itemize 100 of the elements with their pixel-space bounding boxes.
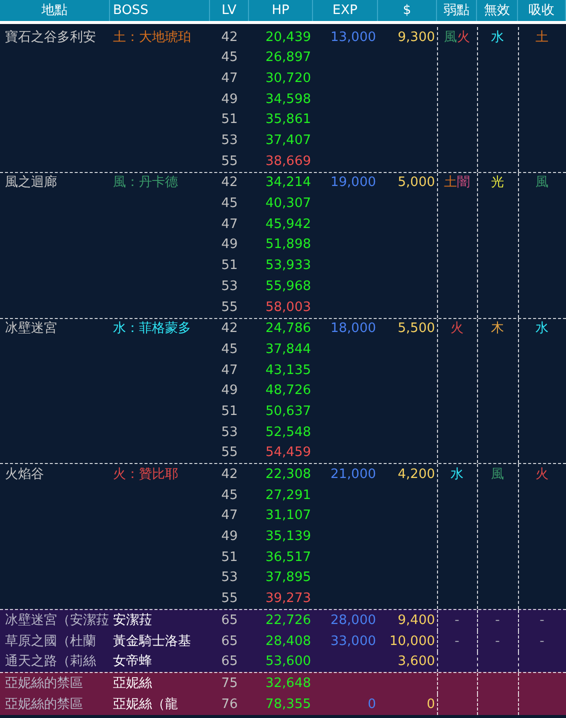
level-text: 49 <box>221 236 238 254</box>
column-header: BOSS <box>113 2 148 20</box>
element-text: 風火 <box>444 28 470 47</box>
level-text: 53 <box>221 424 238 442</box>
level-text: 42 <box>221 28 238 47</box>
money-value: 9,300 <box>398 28 435 47</box>
hp-value: 78,355 <box>266 696 311 714</box>
level-text: 65 <box>221 632 238 651</box>
element-text: 水 <box>536 320 548 338</box>
hp-value: 34,214 <box>266 174 311 192</box>
boss-name: 亞妮絲 <box>113 674 152 693</box>
hp-value: 53,600 <box>266 653 311 672</box>
hp-value: 30,720 <box>266 70 311 88</box>
level-text: 55 <box>221 152 238 171</box>
boss-name: 水：菲格蒙多 <box>113 320 191 338</box>
level-text: 53 <box>221 132 238 150</box>
level-text: 47 <box>221 362 238 380</box>
hp-value: 32,648 <box>266 674 311 693</box>
hp-value: 51,898 <box>266 236 311 254</box>
hp-value: 22,726 <box>266 612 311 630</box>
element-text: 水 <box>450 466 464 484</box>
hp-value: 37,844 <box>266 340 311 359</box>
level-text: 45 <box>221 340 238 359</box>
level-text: 42 <box>221 174 238 192</box>
exp-value: 18,000 <box>330 320 376 338</box>
hp-value: 20,439 <box>266 28 311 47</box>
column-header: 地點 <box>42 2 68 20</box>
boss-name: 女帝蜂 <box>113 653 152 672</box>
money-value: 5,000 <box>398 174 435 192</box>
exp-value: 0 <box>368 696 376 714</box>
column-header: LV <box>222 2 236 20</box>
hp-value: 52,548 <box>266 424 311 442</box>
level-text: 65 <box>221 612 238 630</box>
location-text: 寶石之谷多利安 <box>5 28 96 47</box>
exp-value: 33,000 <box>330 632 376 651</box>
level-text: 75 <box>221 674 238 693</box>
level-text: 45 <box>221 486 238 505</box>
hp-value: 55,968 <box>266 278 311 296</box>
exp-value: 21,000 <box>330 466 376 484</box>
level-text: 42 <box>221 466 238 484</box>
hp-value: 40,307 <box>266 195 311 214</box>
level-text: 51 <box>221 548 238 567</box>
location-text: 冰壁迷宮（安潔菈 <box>5 612 109 630</box>
boss-name: 火：贊比耶 <box>113 466 178 484</box>
column-header: EXP <box>332 2 358 20</box>
element-text: 火 <box>450 320 464 338</box>
hp-value: 37,895 <box>266 569 311 588</box>
boss-name: 亞妮絲（龍 <box>113 696 178 714</box>
level-text: 42 <box>221 320 238 338</box>
hp-value: 48,726 <box>266 382 311 400</box>
level-text: 49 <box>221 90 238 109</box>
column-header: 弱點 <box>444 2 470 20</box>
money-value: 4,200 <box>398 466 435 484</box>
boss-name: 安潔菈 <box>113 612 152 630</box>
hp-value: 22,308 <box>266 466 311 484</box>
location-text: 風之迴廊 <box>5 174 57 192</box>
element-text: - <box>454 612 460 630</box>
element-text: 土 <box>536 28 548 47</box>
level-text: 49 <box>221 382 238 400</box>
element-text: 光 <box>491 174 504 192</box>
hp-value: 50,637 <box>266 402 311 421</box>
element-text: - <box>495 632 500 651</box>
hp-value: 31,107 <box>266 507 311 526</box>
level-text: 53 <box>221 278 238 296</box>
level-text: 47 <box>221 216 238 234</box>
location-text: 通天之路（莉絲 <box>5 653 96 672</box>
hp-value: 53,933 <box>266 257 311 276</box>
element-text: 火 <box>536 466 548 484</box>
element-text: 風 <box>536 174 548 192</box>
column-header: HP <box>272 2 290 20</box>
level-text: 76 <box>221 696 238 714</box>
level-text: 55 <box>221 298 238 317</box>
money-value: 0 <box>426 696 435 714</box>
boss-name: 黃金騎士洛基 <box>113 632 191 651</box>
location-text: 亞妮絲的禁區 <box>5 696 83 714</box>
column-header: 無效 <box>484 2 510 20</box>
level-text: 55 <box>221 590 238 608</box>
level-text: 51 <box>221 402 238 421</box>
money-value: 3,600 <box>398 653 435 672</box>
exp-value: 13,000 <box>330 28 376 47</box>
level-text: 51 <box>221 111 238 130</box>
money-value: 9,400 <box>398 612 435 630</box>
hp-value: 34,598 <box>266 90 311 109</box>
hp-value: 28,408 <box>266 632 311 651</box>
column-header: $ <box>402 2 412 20</box>
money-value: 5,500 <box>398 320 435 338</box>
element-text: 木 <box>491 320 504 338</box>
level-text: 47 <box>221 70 238 88</box>
element-text: - <box>540 612 544 630</box>
location-text: 亞妮絲的禁區 <box>5 674 83 693</box>
boss-name: 土：大地琥珀 <box>113 28 191 47</box>
hp-value: 43,135 <box>266 362 311 380</box>
hp-value: 45,942 <box>266 216 311 234</box>
hp-value: 35,861 <box>266 111 311 130</box>
location-text: 草原之國（杜蘭 <box>5 632 96 651</box>
exp-value: 19,000 <box>330 174 376 192</box>
level-text: 65 <box>221 653 238 672</box>
level-text: 49 <box>221 528 238 546</box>
hp-value: 26,897 <box>266 49 311 68</box>
level-text: 55 <box>221 444 238 462</box>
